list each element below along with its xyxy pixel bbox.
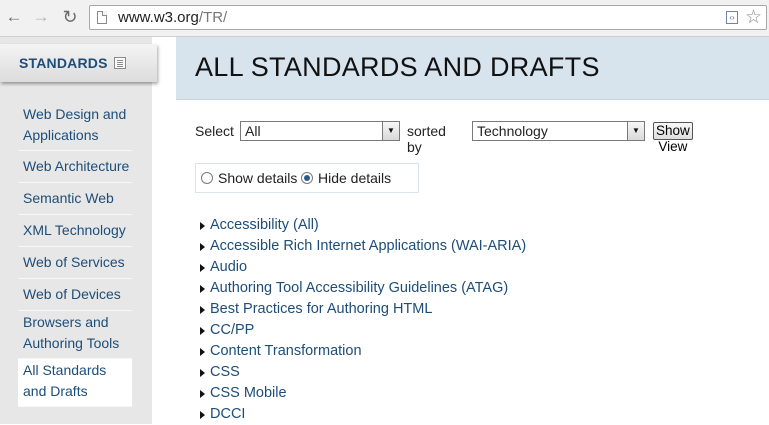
sidebar-header: STANDARDS	[0, 44, 157, 82]
list-item-label[interactable]: Authoring Tool Accessibility Guidelines …	[210, 280, 508, 296]
filter-select-value: All	[245, 123, 261, 139]
chevron-down-icon[interactable]: ▼	[627, 122, 644, 140]
hide-details-label[interactable]: Hide details	[318, 170, 391, 186]
list-item[interactable]: Audio	[197, 257, 526, 278]
filter-select[interactable]: All ▼	[240, 121, 400, 141]
url-host: www.w3.org	[118, 9, 199, 26]
list-item-label[interactable]: Audio	[210, 259, 247, 275]
sort-select[interactable]: Technology ▼	[472, 121, 645, 141]
page-icon	[97, 11, 107, 24]
list-item[interactable]: Best Practices for Authoring HTML	[197, 299, 526, 320]
sidebar-item-browsers-authoring[interactable]: Browsers and Authoring Tools	[18, 311, 132, 359]
show-details-radio[interactable]	[201, 172, 213, 184]
list-item[interactable]: CSS Mobile	[197, 383, 526, 404]
url-text[interactable]: www.w3.org/TR/	[118, 9, 227, 26]
url-path: /TR/	[198, 9, 228, 26]
expand-triangle-icon[interactable]	[200, 369, 205, 377]
list-item[interactable]: Accessible Rich Internet Applications (W…	[197, 236, 526, 257]
hide-details-radio[interactable]	[301, 172, 313, 184]
sorted-by-label: sorted by	[407, 123, 446, 155]
sidebar-item-web-architecture[interactable]: Web Architecture	[18, 151, 132, 183]
page-banner: ALL STANDARDS AND DRAFTS	[176, 37, 769, 100]
expand-triangle-icon[interactable]	[200, 327, 205, 335]
list-item-label[interactable]: Best Practices for Authoring HTML	[210, 301, 432, 317]
page-action-icon[interactable]: ‹›	[726, 11, 738, 24]
sort-select-value: Technology	[477, 123, 548, 139]
list-item[interactable]: CSS	[197, 362, 526, 383]
show-view-button[interactable]: Show View	[653, 122, 693, 154]
details-toggle: Show details Hide details	[195, 163, 419, 193]
menu-icon[interactable]	[114, 57, 126, 69]
sidebar-item-web-design[interactable]: Web Design and Applications	[18, 103, 132, 151]
expand-triangle-icon[interactable]	[200, 411, 205, 419]
page-title: ALL STANDARDS AND DRAFTS	[195, 52, 600, 82]
list-item-label[interactable]: Accessibility (All)	[210, 217, 319, 233]
back-arrow-icon[interactable]: ←	[3, 6, 25, 28]
technology-list: Accessibility (All) Accessible Rich Inte…	[197, 215, 526, 425]
list-item[interactable]: CC/PP	[197, 320, 526, 341]
sidebar-item-xml-technology[interactable]: XML Technology	[18, 215, 132, 247]
sidebar-item-all-standards[interactable]: All Standards and Drafts	[18, 359, 132, 407]
list-item-label[interactable]: DCCI	[210, 406, 245, 422]
expand-triangle-icon[interactable]	[200, 264, 205, 272]
sidebar-item-semantic-web[interactable]: Semantic Web	[18, 183, 132, 215]
chevron-down-icon[interactable]: ▼	[382, 122, 399, 140]
sidebar-item-web-of-services[interactable]: Web of Services	[18, 247, 132, 279]
list-item[interactable]: Authoring Tool Accessibility Guidelines …	[197, 278, 526, 299]
expand-triangle-icon[interactable]	[200, 306, 205, 314]
bookmark-star-icon[interactable]: ☆	[745, 6, 762, 29]
sidebar-nav-list: Web Design and Applications Web Architec…	[18, 103, 132, 407]
reload-icon[interactable]: ↻	[59, 6, 81, 28]
expand-triangle-icon[interactable]	[200, 348, 205, 356]
address-bar[interactable]: www.w3.org/TR/ ‹› ☆	[89, 5, 767, 30]
list-item-label[interactable]: CC/PP	[210, 322, 254, 338]
expand-triangle-icon[interactable]	[200, 390, 205, 398]
select-label: Select	[195, 123, 234, 139]
expand-triangle-icon[interactable]	[200, 285, 205, 293]
expand-triangle-icon[interactable]	[200, 243, 205, 251]
sidebar-title: STANDARDS	[19, 55, 108, 71]
sidebar-item-web-of-devices[interactable]: Web of Devices	[18, 279, 132, 311]
list-item[interactable]: Content Transformation	[197, 341, 526, 362]
list-item-label[interactable]: Content Transformation	[210, 343, 362, 359]
list-item[interactable]: Accessibility (All)	[197, 215, 526, 236]
list-item-label[interactable]: CSS Mobile	[210, 385, 287, 401]
browser-toolbar: ← → ↻ www.w3.org/TR/ ‹› ☆	[0, 0, 769, 37]
expand-triangle-icon[interactable]	[200, 222, 205, 230]
list-item[interactable]: DCCI	[197, 404, 526, 425]
list-item-label[interactable]: Accessible Rich Internet Applications (W…	[210, 238, 526, 254]
show-details-label[interactable]: Show details	[218, 170, 297, 186]
forward-arrow-icon[interactable]: →	[30, 6, 52, 28]
list-item-label[interactable]: CSS	[210, 364, 240, 380]
